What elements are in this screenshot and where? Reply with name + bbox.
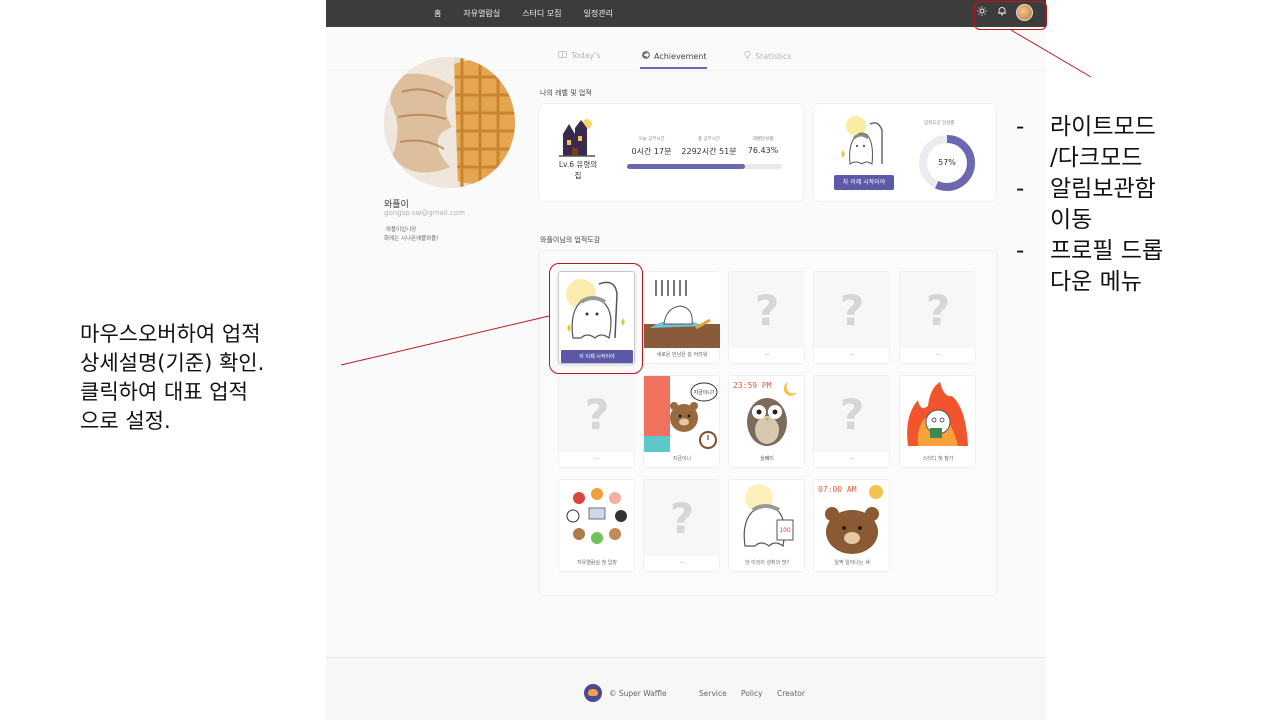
- annotation-item: - 라이트모드 /다크모드: [1016, 112, 1163, 174]
- annotation-line: 라이트모드: [1050, 114, 1156, 140]
- annotation-line: 이동: [1050, 207, 1093, 233]
- annotation-line: 다운 메뉴: [1050, 269, 1142, 295]
- annotation-item: - 프로필 드롭 다운 메뉴: [1016, 236, 1163, 298]
- annotation-line: 마우스오버하여 업적: [80, 322, 261, 346]
- annotation-item: - 알림보관함 이동: [1016, 174, 1163, 236]
- annotation-dash: -: [1016, 176, 1025, 202]
- annotation-dash: -: [1016, 114, 1025, 140]
- annotation-dash: -: [1016, 238, 1025, 264]
- annotation-line: /다크모드: [1050, 145, 1143, 171]
- annotation-line: 알림보관함: [1050, 176, 1156, 202]
- annotation-line: 프로필 드롭: [1050, 238, 1164, 264]
- annotation-line: 클릭하여 대표 업적: [80, 380, 248, 404]
- annotation-left: 마우스오버하여 업적 상세설명(기준) 확인. 클릭하여 대표 업적 으로 설정…: [80, 320, 264, 436]
- annotation-line: 상세설명(기준) 확인.: [80, 351, 265, 375]
- slide: 홈 자유열람실 스터디 모집 일정관리 Today's Achievement …: [0, 0, 1280, 720]
- annotation-right: - 라이트모드 /다크모드 - 알림보관함 이동 - 프로필 드롭 다운 메뉴: [1016, 112, 1163, 298]
- annotation-line: 으로 설정.: [80, 409, 171, 433]
